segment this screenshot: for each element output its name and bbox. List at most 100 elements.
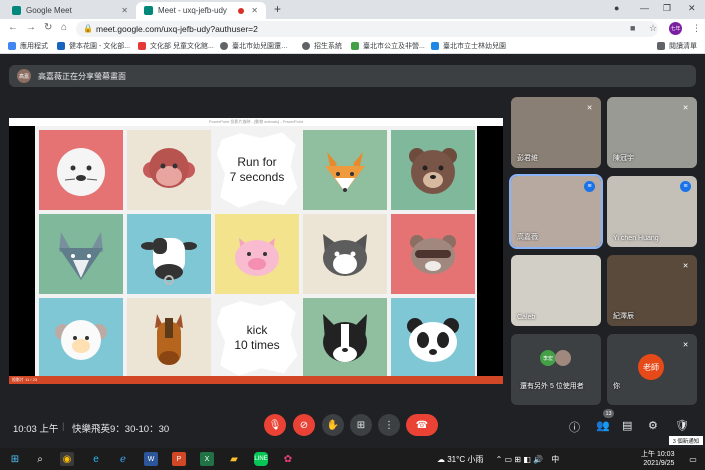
youtube-icon	[138, 42, 146, 50]
line-icon[interactable]: LINE	[254, 452, 268, 466]
host-controls-icon[interactable]: 🛡	[675, 419, 689, 432]
tray-icons[interactable]: ⌃ ▭ ⊞ ◧ 🔊	[496, 455, 543, 464]
bear-icon	[391, 130, 475, 210]
participant-tile-speaking[interactable]: ≡ 高嘉薇	[509, 174, 603, 249]
reload-icon[interactable]: ↻	[44, 22, 52, 33]
participant-tile[interactable]: Caleb	[511, 255, 601, 326]
fox-icon	[303, 130, 387, 210]
bookmark-favicon-icon	[351, 42, 359, 50]
browser-toolbar: ← → ↻ ⌂ 🔒 meet.google.com/uxq-jefb-udy?a…	[0, 19, 705, 39]
meeting-title: 快樂飛英9：30-10：30	[72, 424, 170, 435]
apps-grid-icon	[8, 42, 16, 50]
tab-title: Meet - uxq-jefb-udy	[158, 6, 227, 15]
people-icon[interactable]: 👥	[596, 419, 610, 432]
file-explorer-icon[interactable]: ▰	[227, 452, 241, 466]
app-icon[interactable]: ✿	[281, 452, 295, 466]
excel-icon[interactable]: X	[200, 452, 214, 466]
participant-tile[interactable]: ✕ 紀澤辰	[607, 255, 697, 326]
reading-list[interactable]: 閱讀清單	[657, 41, 697, 51]
windows-start-icon[interactable]: ⊞	[8, 452, 22, 466]
participant-tile[interactable]: ≡ Yi chen Huang	[607, 176, 697, 247]
mic-toggle-button[interactable]: 🎙	[264, 414, 286, 436]
search-icon[interactable]: ⌕	[33, 452, 47, 466]
participant-name: Yi chen Huang	[613, 235, 659, 242]
bookmark-item[interactable]: 臺北市立士林幼兒園	[431, 41, 506, 51]
chrome-icon[interactable]: ◉	[60, 452, 74, 466]
activities-icon[interactable]: ⚙	[648, 419, 658, 432]
slide-title-bar: PowerPoint 投影片放映 - [動物 animals] - PowerP…	[9, 118, 503, 126]
bookmark-apps[interactable]: 應用程式	[8, 41, 48, 51]
shared-screen[interactable]: PowerPoint 投影片放映 - [動物 animals] - PowerP…	[9, 118, 503, 384]
tab-meet-call[interactable]: Meet - uxq-jefb-udy ✕	[136, 2, 266, 19]
participant-tile[interactable]: ✕ 陳冠宇	[607, 97, 697, 168]
powerpoint-icon[interactable]: P	[172, 452, 186, 466]
home-icon[interactable]: ⌂	[61, 22, 67, 33]
bookmark-star-icon[interactable]: ☆	[649, 23, 657, 34]
others-label: 還有另外 5 位使用者	[520, 383, 584, 390]
raise-hand-button[interactable]: ✋	[322, 414, 344, 436]
word-icon[interactable]: W	[144, 452, 158, 466]
taskbar-time: 上午 10:03	[641, 451, 675, 458]
self-tile[interactable]: ✕ 老師 你	[607, 334, 697, 405]
action-center-icon[interactable]: ▭	[686, 452, 700, 466]
notification-toast[interactable]: 3 個新通知	[669, 436, 703, 445]
tab-search-icon[interactable]: ●	[614, 3, 619, 13]
tab-google-meet[interactable]: Google Meet ✕	[4, 2, 136, 19]
address-bar[interactable]: 🔒 meet.google.com/uxq-jefb-udy?authuser=…	[76, 21, 658, 37]
back-icon[interactable]: ←	[8, 22, 18, 33]
present-screen-icon: ⊞	[356, 419, 366, 431]
close-window-icon[interactable]: ✕	[688, 3, 696, 14]
hand-icon: ✋	[326, 419, 340, 431]
maximize-icon[interactable]: ❐	[663, 3, 671, 14]
bookmark-item[interactable]: 健本花園 - 文化部...	[57, 41, 130, 51]
globe-icon	[302, 42, 310, 50]
bookmark-item[interactable]: 臺北市幼兒園還…	[220, 41, 288, 51]
more-options-button[interactable]: ⋮	[378, 414, 400, 436]
weather-text[interactable]: 31°C 小雨	[447, 455, 483, 464]
forward-icon[interactable]: →	[26, 22, 36, 33]
speaking-icon: ≡	[680, 181, 691, 192]
wolf-card	[39, 214, 123, 294]
pig-card	[215, 214, 299, 294]
bookmark-item[interactable]: 招生系統	[302, 41, 342, 51]
meet-favicon-icon	[144, 6, 153, 15]
edge-icon[interactable]: e	[89, 452, 103, 466]
camera-icon[interactable]: ■	[630, 23, 635, 33]
mic-off-icon: ✕	[682, 341, 689, 349]
others-tile[interactable]: 李宏 還有另外 5 位使用者	[511, 334, 601, 405]
sheep-card	[39, 298, 123, 378]
chat-icon[interactable]: ▤	[622, 419, 632, 432]
profile-avatar[interactable]: 七年	[669, 22, 682, 35]
kick-text-line2: 10 times	[234, 338, 280, 352]
reading-list-icon	[657, 42, 665, 50]
close-tab-icon[interactable]: ✕	[251, 6, 258, 15]
bookmark-item[interactable]: 臺北市公立及非營...	[351, 41, 425, 51]
minimize-icon[interactable]: —	[640, 3, 649, 13]
close-tab-icon[interactable]: ✕	[121, 6, 128, 15]
presenting-banner: 高嘉 高嘉薇正在分享螢幕畫面	[9, 65, 696, 87]
sheep-icon	[39, 298, 123, 378]
camera-toggle-button[interactable]: ⊘	[293, 414, 315, 436]
ime-indicator[interactable]: 中	[551, 455, 559, 464]
participant-name: 彭君維	[517, 155, 538, 162]
meeting-clock: 10:03 上午	[13, 424, 59, 435]
bookmark-item[interactable]: 文化部 兒童文化館...	[138, 41, 214, 51]
monkey-card	[127, 130, 211, 210]
hang-up-icon: ☎	[415, 419, 429, 431]
cat-icon	[303, 214, 387, 294]
participant-name: 紀澤辰	[613, 313, 634, 320]
leave-call-button[interactable]: ☎	[406, 414, 438, 436]
ie-icon[interactable]: ℯ	[116, 452, 130, 466]
self-name: 你	[613, 383, 620, 390]
weather-icon: ☁	[437, 455, 445, 464]
meeting-details-icon[interactable]: ⓘ	[569, 419, 580, 435]
participant-tile[interactable]: ✕ 彭君維	[511, 97, 601, 168]
menu-icon[interactable]: ⋮	[692, 23, 701, 34]
run-text-line2: 7 seconds	[229, 170, 285, 184]
slide: Run for 7 seconds kick 10 times	[35, 126, 477, 378]
taskbar-clock[interactable]: 上午 10:03 2021/9/25	[641, 450, 674, 468]
recording-indicator-icon	[238, 7, 244, 14]
present-button[interactable]: ⊞	[350, 414, 372, 436]
new-tab-button[interactable]: +	[274, 2, 281, 16]
presenter-avatar: 高嘉	[17, 69, 31, 83]
